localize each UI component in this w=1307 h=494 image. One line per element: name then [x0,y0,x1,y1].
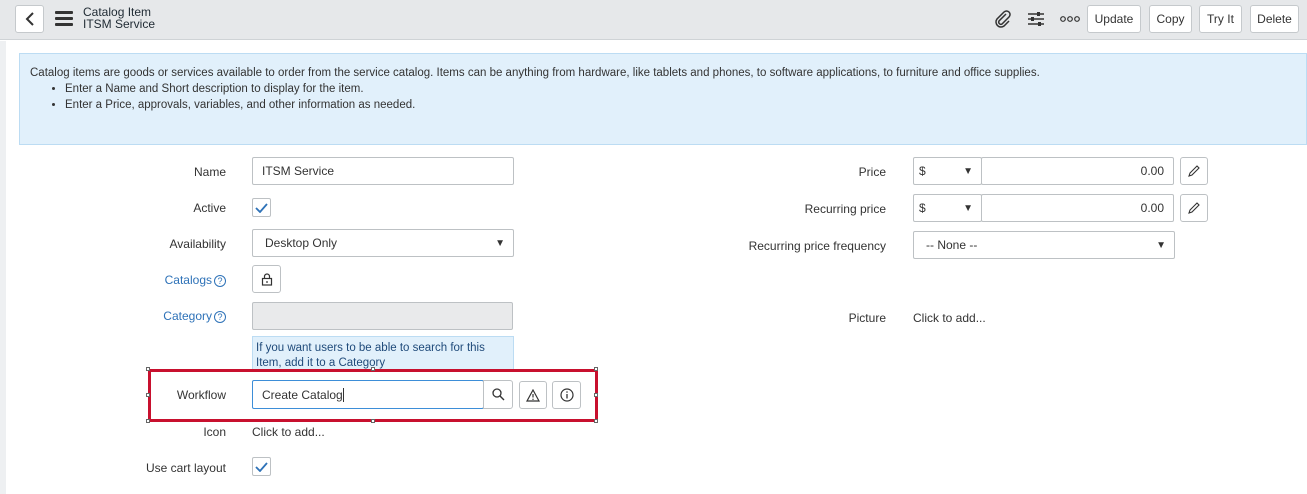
icon-click-to-add[interactable]: Click to add... [252,425,325,439]
back-icon [25,12,34,26]
category-label[interactable]: Category? [140,309,226,323]
paperclip-icon[interactable] [993,9,1013,29]
info-bullet: Enter a Price, approvals, variables, and… [65,97,1306,113]
back-button[interactable] [15,5,44,33]
name-label: Name [193,165,226,179]
checkmark-icon [255,202,268,213]
picture-click-to-add[interactable]: Click to add... [913,311,986,325]
menu-icon[interactable] [55,11,73,27]
resize-handle [146,393,150,397]
resize-handle [594,393,598,397]
resize-handle [146,419,150,423]
category-label-text: Category [163,309,212,323]
price-edit-button[interactable] [1180,157,1208,185]
info-banner: Catalog items are goods or services avai… [19,53,1307,145]
recurring-price-input[interactable]: 0.00 [981,194,1174,222]
recurring-price-currency-value: $ [919,201,926,215]
name-input[interactable]: ITSM Service [252,157,514,185]
category-hint: If you want users to be able to search f… [252,336,514,370]
price-label: Price [858,165,886,179]
resize-handle [371,419,375,423]
resize-handle [146,367,150,371]
help-icon[interactable]: ? [214,310,226,323]
use-cart-layout-label: Use cart layout [145,461,226,475]
lock-icon [261,272,272,286]
use-cart-layout-checkbox[interactable] [252,457,271,476]
availability-value: Desktop Only [265,236,338,250]
price-currency-select[interactable]: $ ▼ [913,157,982,185]
catalogs-label[interactable]: Catalogs? [140,273,226,287]
workflow-highlight-box [148,369,598,422]
recurring-price-label: Recurring price [804,202,886,216]
catalogs-unlock-button[interactable] [252,265,281,293]
availability-select[interactable]: Desktop Only ▼ [252,229,514,257]
help-icon[interactable]: ? [214,274,226,287]
resize-handle [371,367,375,371]
active-label: Active [193,201,226,215]
dropdown-arrow-icon: ▼ [963,165,973,177]
settings-sliders-icon[interactable] [1026,9,1046,29]
pencil-icon [1188,165,1200,177]
recurring-price-edit-button[interactable] [1180,194,1208,222]
dropdown-arrow-icon: ▼ [1156,239,1166,251]
more-icon[interactable] [1059,9,1081,29]
copy-button[interactable]: Copy [1149,5,1192,33]
delete-button[interactable]: Delete [1250,5,1299,33]
checkmark-icon [255,461,268,472]
dropdown-arrow-icon: ▼ [963,202,973,214]
title-block: Catalog Item ITSM Service [83,6,155,30]
availability-label: Availability [169,237,226,251]
info-bullets: Enter a Name and Short description to di… [65,81,1306,113]
recurring-price-frequency-value: -- None -- [926,238,978,252]
info-text: Catalog items are goods or services avai… [30,67,1040,79]
price-currency-value: $ [919,164,926,178]
catalogs-label-text: Catalogs [164,273,212,287]
recurring-price-frequency-label: Recurring price frequency [748,239,886,253]
icon-label: Icon [203,425,226,439]
recurring-price-currency-select[interactable]: $ ▼ [913,194,982,222]
active-checkbox[interactable] [252,198,271,217]
try-it-button[interactable]: Try It [1199,5,1242,33]
left-gutter [0,41,6,494]
resize-handle [594,367,598,371]
page-subtitle: ITSM Service [83,17,156,31]
dropdown-arrow-icon: ▼ [495,237,505,249]
update-button[interactable]: Update [1087,5,1141,33]
form-header: Catalog Item ITSM Service Update Copy Tr… [0,0,1307,40]
price-input[interactable]: 0.00 [981,157,1174,185]
picture-label: Picture [848,311,886,325]
resize-handle [594,419,598,423]
recurring-price-frequency-select[interactable]: -- None -- ▼ [913,231,1175,259]
info-bullet: Enter a Name and Short description to di… [65,81,1306,97]
pencil-icon [1188,202,1200,214]
category-input[interactable] [252,302,513,330]
